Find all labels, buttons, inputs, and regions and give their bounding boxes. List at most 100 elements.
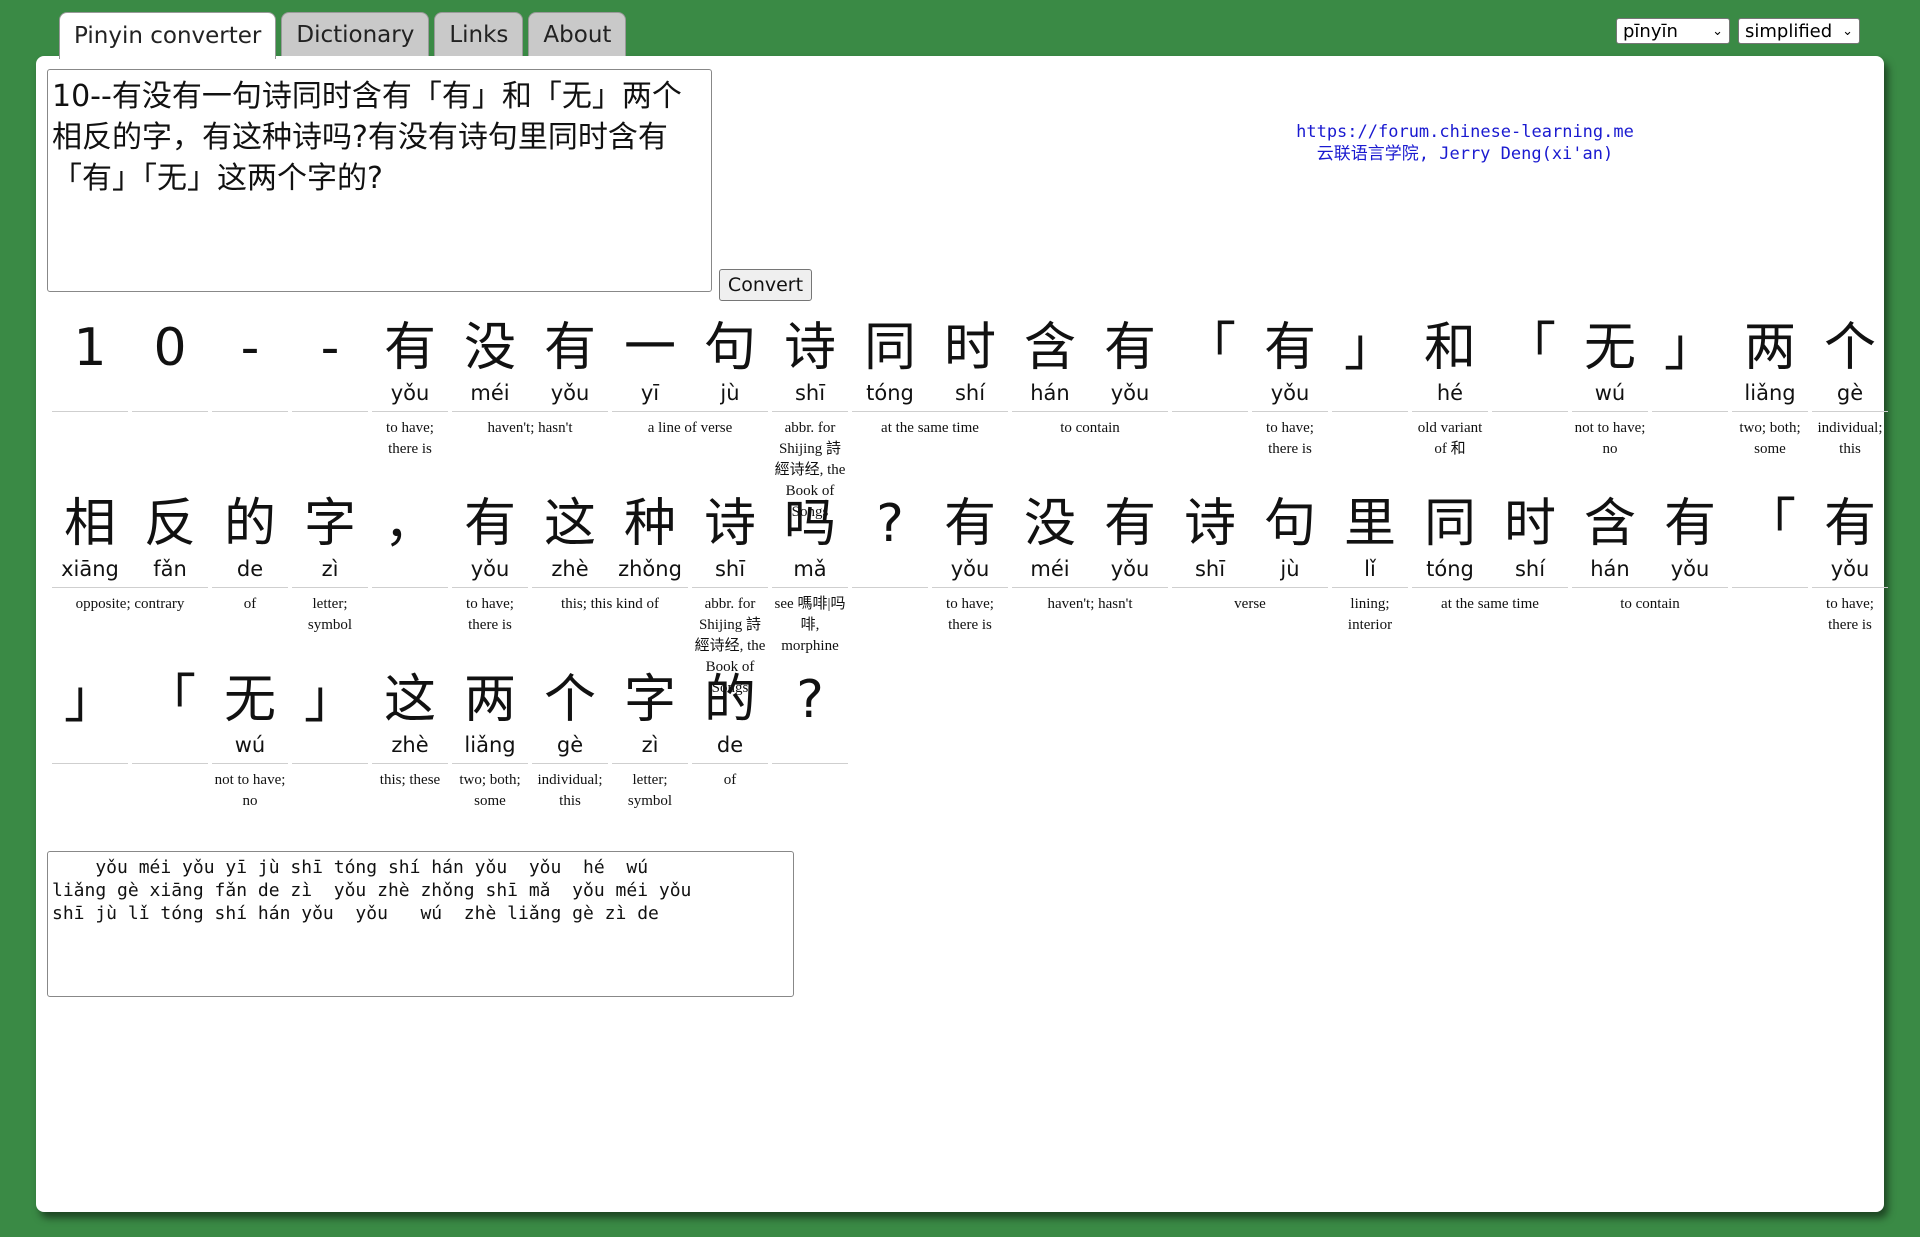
word-cell[interactable]: 诗 shī abbr. for Shijing 詩經诗经, the Book of … <box>770 318 850 520</box>
word-cell[interactable]: 含有 hán yǒu to contain <box>1570 494 1730 654</box>
definition: this; this kind of <box>561 596 659 612</box>
definition: old variant of 和 <box>1417 420 1483 457</box>
tab-dictionary[interactable]: Dictionary <box>281 12 430 56</box>
word-cell[interactable]: 有 yǒu to have; there is <box>1810 494 1890 654</box>
tab-links[interactable]: Links <box>434 12 524 56</box>
word-cell[interactable]: 1 <box>50 318 130 478</box>
definition: this; these <box>379 772 441 788</box>
definition: a line of verse <box>647 420 733 436</box>
word-cell[interactable]: 「 <box>1730 494 1810 654</box>
word-divider <box>1172 411 1248 412</box>
convert-button[interactable]: Convert <box>719 269 812 301</box>
pinyin-syllable: yǒu <box>950 557 990 581</box>
word-cell[interactable]: 这 zhè this; these <box>370 670 450 830</box>
word-cell[interactable]: ? <box>850 494 930 654</box>
annotation-row: 1 0- - 有 yǒu to have; there is 没有 méi yǒu haven't… <box>50 318 1890 520</box>
hanzi-char: 里 <box>1343 494 1396 554</box>
word-cell[interactable]: 含有 hán yǒu to contain <box>1010 318 1170 478</box>
definition: to have; there is <box>386 420 434 457</box>
word-cell[interactable]: 字 zì letter; symbol <box>610 670 690 830</box>
hanzi-char: 和 <box>1423 318 1476 378</box>
word-cell[interactable]: 无 wú not to have; no <box>210 670 290 830</box>
pinyin-syllable: méi <box>1030 557 1070 581</box>
word-divider <box>372 587 448 588</box>
word-divider <box>52 411 128 412</box>
word-cell[interactable]: 「 <box>1490 318 1570 478</box>
word-cell[interactable]: 诗句 shī jù verse <box>1170 494 1330 654</box>
hanzi-char: 这 <box>383 670 436 730</box>
word-cell[interactable]: 同时 tóng shí at the same time <box>850 318 1010 478</box>
hanzi-char: 相 <box>63 494 116 554</box>
word-cell[interactable]: 一句 yī jù a line of verse <box>610 318 770 478</box>
word-cell[interactable]: 有 yǒu to have; there is <box>450 494 530 654</box>
word-cell[interactable]: - <box>290 318 370 478</box>
pinyin-syllable: gè <box>1836 381 1864 405</box>
romanization-select-value: pīnyīn <box>1623 20 1678 42</box>
hanzi-char: 这 <box>543 494 596 554</box>
word-cell[interactable]: 0 <box>130 318 210 478</box>
script-select[interactable]: simplified ⌄ <box>1738 18 1860 44</box>
word-cell[interactable]: 吗 mǎ see 嗎啡|吗啡, morphine <box>770 494 850 654</box>
word-divider <box>1732 411 1808 412</box>
definition: to contain <box>1620 596 1680 612</box>
word-cell[interactable]: 同时 tóng shí at the same time <box>1410 494 1570 654</box>
word-cell[interactable]: 有 yǒu to have; there is <box>370 318 450 478</box>
hanzi-char: 同 <box>1423 494 1476 554</box>
pinyin-syllable: liǎng <box>1744 381 1796 405</box>
word-cell[interactable]: 」 <box>50 670 130 830</box>
definition: not to have; no <box>214 772 286 809</box>
hanzi-char: 有 <box>1103 494 1156 554</box>
word-cell[interactable]: ， <box>370 494 450 654</box>
word-cell[interactable]: 无 wú not to have; no <box>1570 318 1650 478</box>
word-cell[interactable]: 个 gè individual; this <box>1810 318 1890 478</box>
word-cell[interactable]: 这种 zhè zhǒng this; this kind of <box>530 494 690 654</box>
word-cell[interactable]: 两 liǎng two; both; some <box>1730 318 1810 478</box>
hanzi-char: 个 <box>1823 318 1876 378</box>
word-divider <box>1252 411 1328 412</box>
word-cell[interactable]: 诗 shī abbr. for Shijing 詩經诗经, the Book of … <box>690 494 770 696</box>
word-divider <box>212 411 288 412</box>
pinyin-output-textarea[interactable]: yǒu méi yǒu yī jù shī tóng shí hán yǒu y… <box>47 851 794 997</box>
word-cell[interactable]: 没有 méi yǒu haven't; hasn't <box>450 318 610 478</box>
word-cell[interactable]: 的 de of <box>210 494 290 654</box>
hanzi-char: 个 <box>543 670 596 730</box>
word-cell[interactable]: 有 yǒu to have; there is <box>930 494 1010 654</box>
word-divider <box>1572 411 1648 412</box>
word-cell[interactable]: 和 hé old variant of 和 <box>1410 318 1490 478</box>
word-cell[interactable]: 」 <box>1650 318 1730 478</box>
hanzi-char: 时 <box>1503 494 1556 554</box>
word-cell[interactable]: - <box>210 318 290 478</box>
word-divider <box>132 763 208 764</box>
word-cell[interactable]: 没有 méi yǒu haven't; hasn't <box>1010 494 1170 654</box>
definition: two; both; some <box>459 772 521 809</box>
pinyin-syllable: shí <box>954 381 986 405</box>
word-cell[interactable]: 「 <box>130 670 210 830</box>
word-divider <box>1652 411 1728 412</box>
pinyin-syllable: tóng <box>866 381 914 405</box>
word-cell[interactable]: 的 de of <box>690 670 770 830</box>
definition: verse <box>1234 596 1266 612</box>
word-cell[interactable]: 有 yǒu to have; there is <box>1250 318 1330 478</box>
word-divider <box>1812 587 1888 588</box>
word-cell[interactable]: 」 <box>1330 318 1410 478</box>
word-divider <box>1412 587 1568 588</box>
word-divider <box>1732 587 1808 588</box>
word-cell[interactable]: 」 <box>290 670 370 830</box>
word-cell[interactable]: 字 zì letter; symbol <box>290 494 370 654</box>
pinyin-syllable: méi <box>470 381 510 405</box>
pinyin-syllable: jù <box>1280 557 1300 581</box>
credit-url[interactable]: https://forum.chinese-learning.me <box>1230 121 1700 143</box>
word-cell[interactable]: 两 liǎng two; both; some <box>450 670 530 830</box>
hanzi-char: 两 <box>1743 318 1796 378</box>
word-cell[interactable]: 个 gè individual; this <box>530 670 610 830</box>
word-cell[interactable]: 「 <box>1170 318 1250 478</box>
word-cell[interactable]: ? <box>770 670 850 830</box>
hanzi-char: 字 <box>623 670 676 730</box>
romanization-select[interactable]: pīnyīn ⌄ <box>1616 18 1730 44</box>
tab-pinyin-converter[interactable]: Pinyin converter <box>59 12 277 59</box>
pinyin-syllable: gè <box>556 733 584 757</box>
word-cell[interactable]: 相反 xiāng fǎn opposite; contrary <box>50 494 210 654</box>
word-cell[interactable]: 里 lǐ lining; interior <box>1330 494 1410 654</box>
chinese-input-textarea[interactable]: 10--有没有一句诗同时含有「有」和「无」两个相反的字，有这种诗吗?有没有诗句里… <box>47 69 712 292</box>
tab-about[interactable]: About <box>528 12 627 56</box>
